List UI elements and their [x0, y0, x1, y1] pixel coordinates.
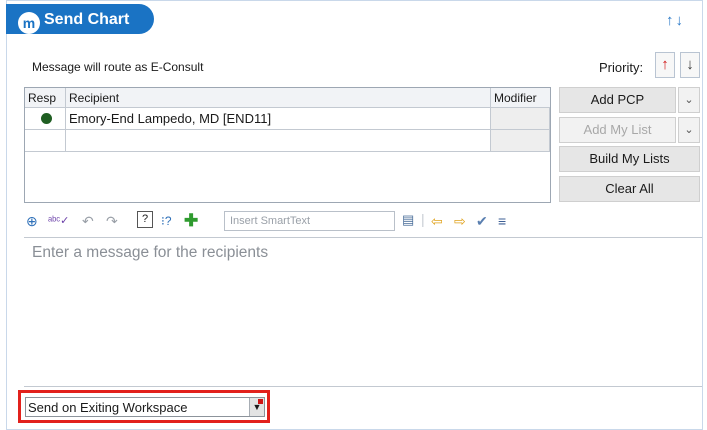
priority-high-button[interactable]: ↑ — [655, 52, 675, 78]
insert-smarttext-input[interactable]: Insert SmartText — [224, 211, 395, 231]
modifier-cell[interactable] — [491, 108, 550, 130]
arrow-up-icon: ↑ — [661, 56, 669, 73]
add-pcp-dropdown[interactable]: ⌄ — [678, 87, 700, 113]
redo-icon[interactable]: ↷ — [106, 212, 118, 230]
send-option-highlight: Send on Exiting Workspace ▼ — [18, 390, 270, 423]
smarttext-list-icon[interactable]: ▤ — [402, 211, 414, 229]
chevron-down-icon: ⌄ — [684, 124, 694, 136]
window-title: Send Chart — [44, 11, 130, 28]
help-icon[interactable]: ? — [137, 211, 153, 228]
title-bar: m Send Chart — [6, 4, 154, 34]
priority-low-button[interactable]: ↓ — [680, 52, 700, 78]
insert-list-icon[interactable]: ≡ — [498, 212, 506, 230]
dropdown-arrow-icon[interactable]: ▼ — [249, 398, 264, 416]
respond-icon — [41, 113, 52, 124]
recipients-table: Resp Recipient Modifier Emory-End Lamped… — [24, 87, 551, 203]
add-icon[interactable]: ✚ — [184, 212, 198, 230]
send-option-value: Send on Exiting Workspace — [28, 400, 188, 415]
arrow-down-icon: ↓ — [686, 56, 694, 73]
column-header-modifier[interactable]: Modifier — [491, 88, 550, 108]
message-editor[interactable]: Enter a message for the recipients — [24, 237, 702, 387]
add-my-list-button[interactable]: Add My List — [559, 117, 676, 143]
route-message: Message will route as E-Consult — [32, 60, 204, 74]
app-logo-icon: m — [18, 12, 40, 34]
message-placeholder: Enter a message for the recipients — [32, 244, 269, 261]
chevron-down-icon: ⌄ — [684, 94, 694, 106]
modifier-cell-empty[interactable] — [491, 130, 550, 152]
mark-reviewed-icon[interactable]: ✔ — [476, 212, 488, 230]
column-header-recipient[interactable]: Recipient — [66, 88, 491, 108]
resp-cell[interactable] — [25, 108, 66, 130]
toolbar-divider: | — [421, 211, 425, 227]
add-my-list-dropdown[interactable]: ⌄ — [678, 117, 700, 143]
send-option-select[interactable]: Send on Exiting Workspace ▼ — [25, 397, 265, 417]
build-my-lists-button[interactable]: Build My Lists — [559, 146, 700, 172]
undo-icon[interactable]: ↶ — [82, 212, 94, 230]
add-pcp-button[interactable]: Add PCP — [559, 87, 676, 113]
clear-all-button[interactable]: Clear All — [559, 176, 700, 202]
zoom-icon[interactable]: ⊕ — [26, 212, 38, 230]
sort-arrows-icon[interactable]: ↑↓ — [666, 12, 685, 29]
priority-label: Priority: — [599, 60, 644, 75]
recipient-cell-empty[interactable] — [66, 130, 491, 152]
recipient-cell[interactable]: Emory-End Lampedo, MD [END11] — [66, 108, 491, 130]
resp-cell-empty[interactable] — [25, 130, 66, 152]
next-field-icon[interactable]: ⇨ — [454, 212, 466, 230]
smartphrase-help-icon[interactable]: ⁝? — [161, 212, 172, 230]
column-header-resp[interactable]: Resp — [25, 88, 66, 108]
previous-field-icon[interactable]: ⇦ — [431, 212, 443, 230]
spellcheck-icon[interactable]: ᵃᵇᶜ✓ — [48, 212, 69, 230]
